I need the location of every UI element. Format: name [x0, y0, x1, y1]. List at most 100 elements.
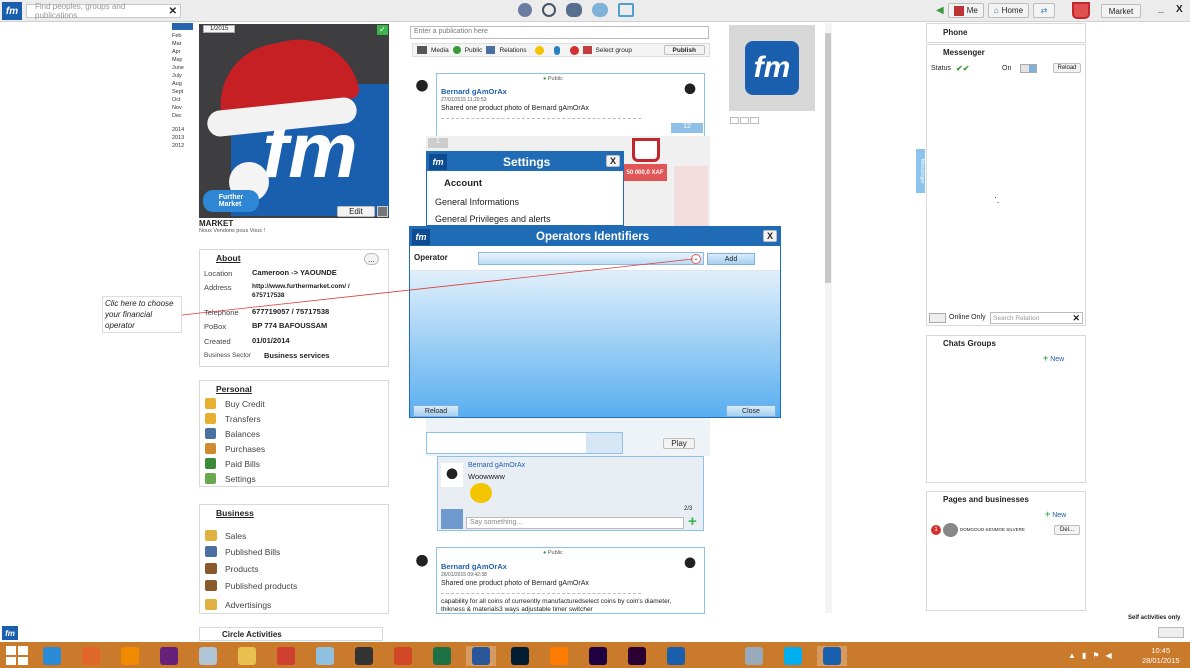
calendar-month[interactable]: Nov — [172, 104, 193, 112]
globe-icon[interactable] — [542, 3, 556, 17]
new-page-button[interactable]: + New — [1045, 509, 1066, 519]
sync-button[interactable]: ⇄ — [1033, 3, 1056, 18]
media-icon[interactable] — [417, 46, 427, 54]
comment-input[interactable]: Say something... — [466, 517, 684, 529]
personal-item[interactable]: Transfers — [225, 414, 261, 424]
camera-icon[interactable] — [349, 646, 379, 666]
play-button[interactable]: Play — [663, 438, 695, 449]
personal-title[interactable]: Personal — [216, 384, 252, 394]
settings-close-button[interactable]: X — [606, 155, 620, 167]
user-icon[interactable] — [518, 3, 532, 17]
profile-photo[interactable]: 1/2015 ✓ fm Further Market Edit — [199, 24, 389, 218]
post-like-icon[interactable] — [679, 78, 701, 102]
skype-icon[interactable] — [778, 646, 808, 666]
post-author[interactable]: Bernard gAmOrAx — [441, 87, 507, 96]
self-activities-toggle[interactable] — [1158, 627, 1184, 638]
vlc-icon[interactable] — [115, 646, 145, 666]
relations-icon[interactable] — [566, 3, 582, 17]
clear-relation-icon[interactable]: ✕ — [1072, 313, 1082, 324]
calendar-year[interactable]: 2013 — [172, 134, 193, 142]
app-logo[interactable]: fm — [2, 2, 22, 20]
microphone-icon[interactable] — [553, 45, 560, 55]
publication-input[interactable]: Enter a publication here — [410, 26, 709, 39]
word-icon[interactable] — [466, 646, 496, 666]
close-dialog-button[interactable]: Close — [726, 405, 776, 417]
relations-button[interactable]: Relations — [499, 47, 526, 54]
basket-icon[interactable] — [618, 3, 634, 17]
new-group-button[interactable]: + New — [1043, 353, 1064, 363]
settings-item-privileges[interactable]: General Privileges and alerts — [435, 214, 551, 224]
calendar-month[interactable]: May — [172, 56, 193, 64]
fm2-icon[interactable] — [817, 646, 847, 666]
personal-item[interactable]: Paid Bills — [225, 459, 260, 469]
explorer-icon[interactable] — [232, 646, 262, 666]
operators-close-icon-button[interactable]: X — [763, 230, 777, 242]
phone-title[interactable]: Phone — [943, 28, 967, 37]
page-thumbnail[interactable]: fm — [729, 25, 815, 111]
page-avatar[interactable] — [943, 523, 958, 537]
minimize-button[interactable]: _ — [1158, 3, 1164, 14]
search-box[interactable]: Find peoples, groups and publications ✕ — [26, 2, 181, 20]
business-item[interactable]: Published Bills — [225, 547, 280, 557]
comment-author[interactable]: Bernard gAmOrAx — [468, 462, 525, 469]
post2-author-avatar[interactable] — [410, 549, 434, 575]
business-item[interactable]: Sales — [225, 531, 246, 541]
calendar-current[interactable] — [172, 23, 193, 30]
personal-item[interactable]: Balances — [225, 429, 260, 439]
clear-icon[interactable]: ✕ — [169, 6, 180, 17]
chat-icon[interactable] — [592, 3, 608, 17]
start-button[interactable] — [6, 646, 28, 665]
block-icon[interactable] — [569, 45, 579, 55]
plane-icon[interactable] — [700, 646, 730, 666]
status-check-icon[interactable]: ✔✔ — [956, 64, 969, 73]
tray-up-icon[interactable]: ▲ — [1068, 651, 1076, 660]
gallery-index[interactable]: 1 — [428, 138, 448, 148]
calendar-year[interactable]: 2012 — [172, 142, 193, 150]
messenger-reload-button[interactable]: Reload — [1053, 63, 1081, 73]
post2-like-icon[interactable] — [679, 552, 701, 576]
relations-small-icon[interactable] — [486, 46, 496, 54]
search-relation-input[interactable]: Search Relation — [991, 315, 1072, 322]
firefox-icon[interactable] — [76, 646, 106, 666]
about-value[interactable]: http://www.furthermarket.com/ / 67571753… — [252, 282, 382, 300]
business-item[interactable]: Advertisings — [225, 600, 271, 610]
tablet-icon[interactable] — [739, 646, 769, 666]
notepad-icon[interactable] — [310, 646, 340, 666]
photo-settings-icon[interactable] — [377, 206, 388, 217]
edit-button[interactable]: Edit — [337, 206, 375, 217]
shop-basket-icon[interactable] — [632, 138, 660, 162]
photoshop-icon[interactable] — [505, 646, 535, 666]
powerpoint-icon[interactable] — [388, 646, 418, 666]
group-icon[interactable] — [582, 46, 592, 54]
business-item[interactable]: Published products — [225, 581, 297, 591]
calendar-month[interactable]: July — [172, 72, 193, 80]
calendar-month[interactable]: Feb — [172, 32, 193, 40]
calendar-month[interactable]: Aug — [172, 80, 193, 88]
excel-icon[interactable] — [427, 646, 457, 666]
settings-item-general-info[interactable]: General Informations — [435, 197, 519, 207]
illustrator-icon[interactable] — [544, 646, 574, 666]
network-icon[interactable]: ▮ — [1082, 651, 1086, 660]
thumb-tab[interactable] — [750, 117, 759, 124]
calendar-month[interactable]: Apr — [172, 48, 193, 56]
select-group-button[interactable]: Select group — [596, 47, 633, 54]
scrollbar-thumb[interactable] — [825, 33, 831, 283]
add-comment-icon[interactable]: + — [688, 514, 697, 529]
add-operator-button[interactable]: Add — [707, 253, 755, 265]
calendar-year[interactable]: 2014 — [172, 126, 193, 134]
me-button[interactable]: Me — [947, 3, 984, 18]
online-only-checkbox[interactable] — [929, 313, 946, 323]
business-title[interactable]: Business — [216, 508, 254, 518]
close-button[interactable]: X — [1176, 4, 1183, 15]
reload-button[interactable]: Reload — [413, 405, 459, 417]
about-title[interactable]: About — [216, 253, 241, 263]
online-toggle[interactable] — [1020, 64, 1037, 73]
calendar-month[interactable]: Oct — [172, 96, 193, 104]
operator-select[interactable]: ⌄ — [478, 252, 704, 265]
premiere-icon[interactable] — [622, 646, 652, 666]
business-item[interactable]: Products — [225, 564, 259, 574]
thumb-tab[interactable] — [730, 117, 739, 124]
public-icon[interactable] — [452, 46, 461, 54]
aftereffects-icon[interactable] — [583, 646, 613, 666]
post2-author[interactable]: Bernard gAmOrAx — [441, 562, 507, 571]
